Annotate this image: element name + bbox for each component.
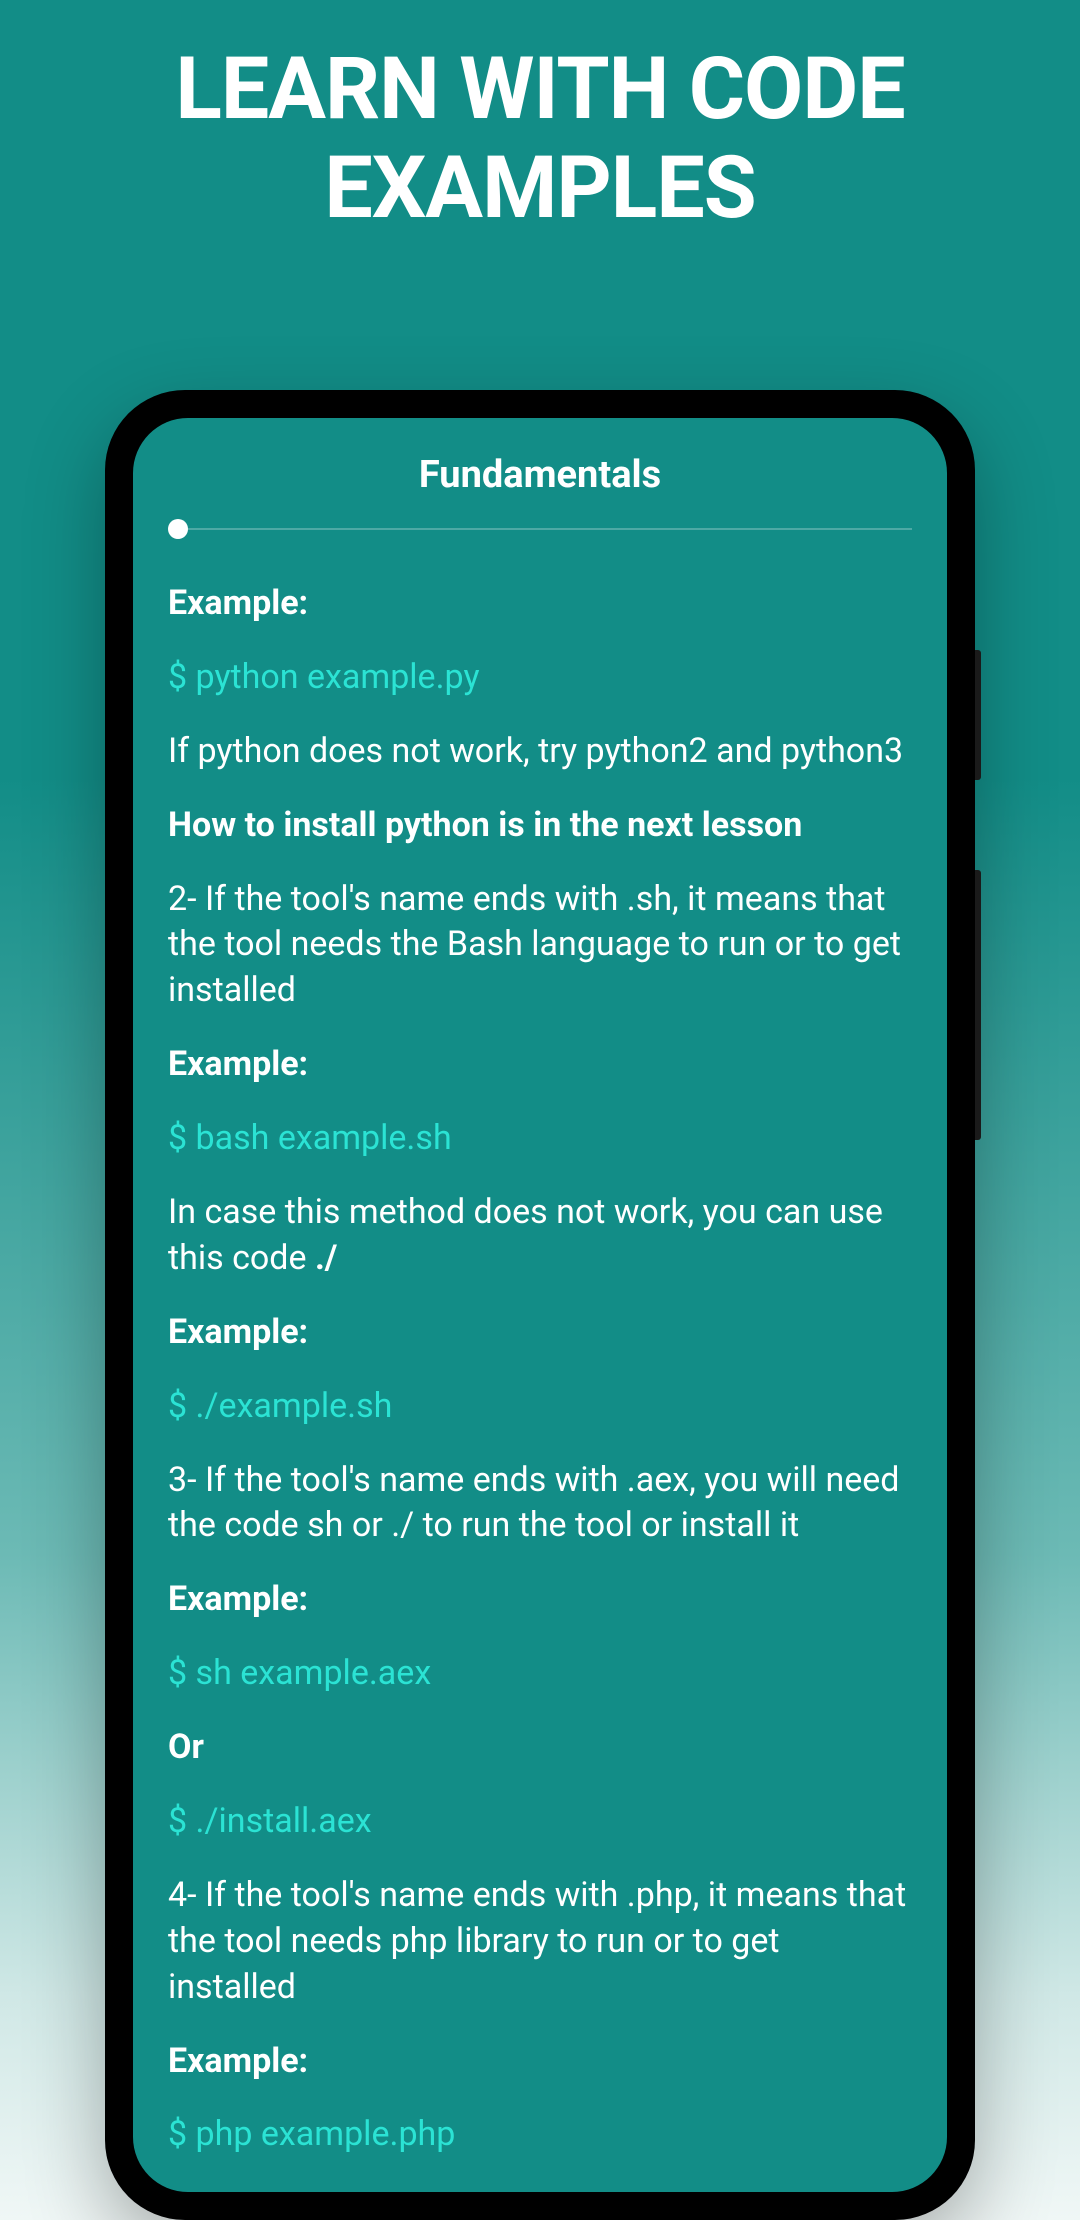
bold-part: ./ <box>315 1238 337 1278</box>
content-block: Example: <box>168 1577 912 1623</box>
code-example: $ sh example.aex <box>168 1651 912 1697</box>
progress-track <box>188 528 912 530</box>
code-example: $ ./example.sh <box>168 1384 912 1430</box>
code-example: $ bash example.sh <box>168 1116 912 1162</box>
promo-title: LEARN WITH CODE EXAMPLES <box>0 0 1080 238</box>
content-block: If python does not work, try python2 and… <box>168 729 912 775</box>
content-block: 3- If the tool's name ends with .aex, yo… <box>168 1458 912 1550</box>
content-block: Example: <box>168 581 912 627</box>
content-block: 2- If the tool's name ends with .sh, it … <box>168 877 912 1015</box>
progress-thumb[interactable] <box>168 519 188 539</box>
phone-screen: Fundamentals Example: $ python example.py… <box>133 418 947 2192</box>
app-title: Fundamentals <box>168 453 912 497</box>
code-example: $ ./install.aex <box>168 1799 912 1845</box>
phone-frame: Fundamentals Example: $ python example.py… <box>105 390 975 2220</box>
content-block: Or <box>168 1725 912 1771</box>
content-block: Example: <box>168 1042 912 1088</box>
code-example: $ php example.php <box>168 2112 912 2158</box>
content-block: Example: <box>168 1310 912 1356</box>
progress-bar[interactable] <box>168 519 912 539</box>
code-example: $ python example.py <box>168 655 912 701</box>
text-part: In case this method does not work, you c… <box>168 1192 883 1278</box>
lesson-content[interactable]: Example: $ python example.py If python doe… <box>168 581 912 2158</box>
content-block: Example: <box>168 2039 912 2085</box>
content-block: 4- If the tool's name ends with .php, it… <box>168 1873 912 2011</box>
content-block: How to install python is in the next les… <box>168 803 912 849</box>
content-block: In case this method does not work, you c… <box>168 1190 912 1282</box>
